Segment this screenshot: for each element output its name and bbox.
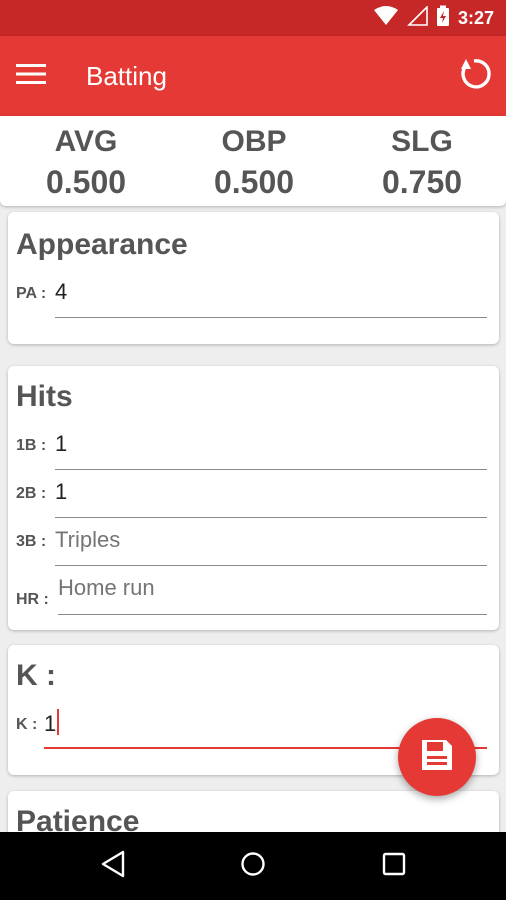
refresh-icon: [457, 57, 491, 96]
hr-label: HR :: [16, 591, 49, 608]
obp-label: OBP: [221, 125, 287, 158]
hits-card: Hits 1B : 1 2B : 1 3B : Triples HR : Hom…: [8, 366, 499, 630]
home-button[interactable]: [233, 846, 273, 886]
triples-underline: [55, 565, 487, 566]
triples-label: 3B :: [16, 533, 47, 550]
singles-underline: [55, 469, 487, 470]
appearance-card: Appearance PA : 4: [8, 212, 499, 344]
hits-title: Hits: [16, 380, 73, 413]
k-label: K :: [16, 716, 38, 733]
doubles-input[interactable]: 1: [55, 478, 67, 506]
app-bar: Batting: [0, 36, 506, 116]
save-button[interactable]: [398, 718, 476, 796]
signal-icon: [406, 4, 428, 31]
avg-label: AVG: [54, 125, 118, 158]
back-button[interactable]: [93, 846, 133, 886]
slg-stat: SLG 0.750: [338, 122, 506, 202]
save-icon: [420, 738, 454, 777]
hr-input[interactable]: Home run: [58, 574, 155, 602]
avg-value: 0.500: [45, 164, 127, 200]
singles-label: 1B :: [16, 437, 47, 454]
triples-input[interactable]: Triples: [55, 526, 120, 554]
page-title: Batting: [86, 61, 167, 91]
menu-button[interactable]: [16, 60, 64, 92]
back-icon: [100, 850, 126, 883]
pa-underline: [55, 317, 487, 318]
obp-value: 0.500: [213, 164, 295, 200]
appearance-title: Appearance: [16, 228, 188, 261]
avg-stat: AVG 0.500: [2, 122, 170, 202]
hr-underline: [58, 614, 487, 615]
obp-stat: OBP 0.500: [170, 122, 338, 202]
strikeouts-title: K :: [16, 659, 56, 692]
pa-input[interactable]: 4: [55, 278, 67, 306]
text-cursor: [57, 709, 60, 735]
slg-label: SLG: [391, 125, 453, 158]
wifi-icon: [373, 5, 398, 31]
system-nav-bar: [0, 832, 506, 900]
k-value: 1: [44, 711, 57, 736]
pa-label: PA :: [16, 285, 47, 302]
recents-button[interactable]: [374, 846, 414, 886]
doubles-label: 2B :: [16, 485, 47, 502]
slg-value: 0.750: [381, 164, 463, 200]
status-bar: 3:27: [0, 0, 506, 36]
home-icon: [240, 851, 266, 882]
menu-icon: [16, 63, 46, 90]
recents-icon: [382, 852, 406, 881]
k-input[interactable]: 1: [44, 709, 60, 738]
singles-input[interactable]: 1: [55, 430, 67, 458]
status-time: 3:27: [457, 7, 494, 28]
doubles-underline: [55, 517, 487, 518]
battery-icon: [436, 5, 450, 32]
status-icons: 3:27: [373, 4, 494, 32]
refresh-button[interactable]: [454, 56, 494, 96]
summary-card: AVG 0.500 OBP 0.500 SLG 0.750: [0, 116, 506, 206]
